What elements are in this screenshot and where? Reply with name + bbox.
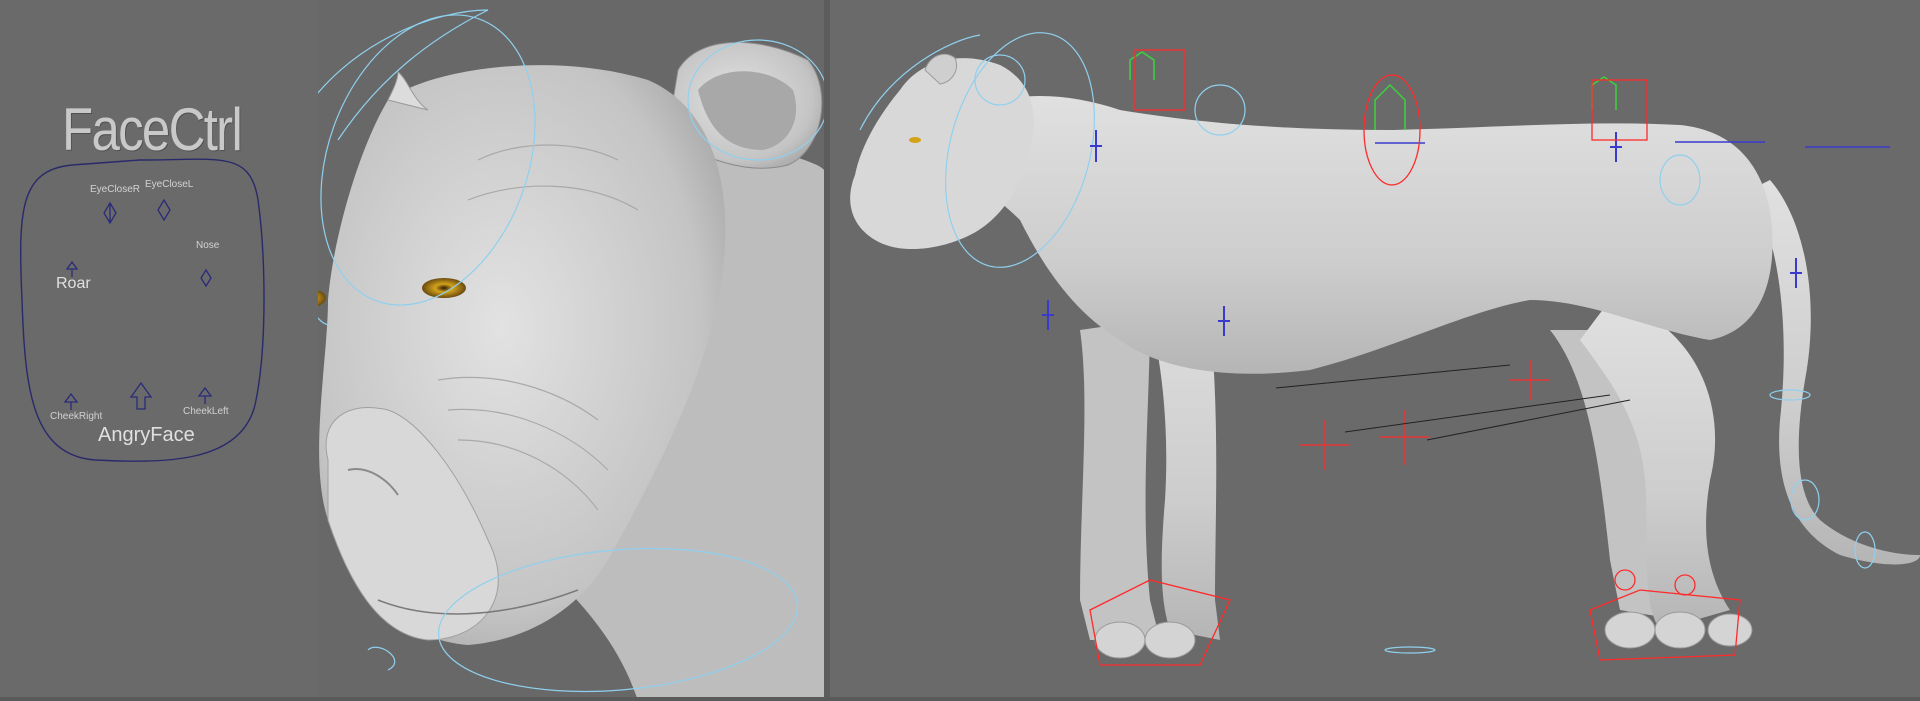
lioness-head-render: [318, 9, 824, 701]
hind-paw-3[interactable]: [1707, 613, 1753, 647]
face-control-panel: FaceCtrl EyeCloseR EyeCloseL Nose Roar C…: [0, 0, 318, 701]
roar-label: Roar: [56, 275, 91, 292]
lioness-body-render: [850, 32, 1920, 666]
ik-pole-3[interactable]: [1380, 410, 1430, 465]
ik-shoulder-box[interactable]: [1134, 49, 1186, 111]
eye-close-r-label: EyeCloseR: [90, 184, 141, 195]
angry-face-control[interactable]: [129, 381, 153, 410]
eye-close-l-label: EyeCloseL: [145, 179, 194, 190]
head-closeup-viewport[interactable]: [318, 0, 824, 701]
face-ctrl-board: [19, 158, 265, 462]
front-paw-2[interactable]: [1144, 621, 1196, 659]
spine-ctrl-2[interactable]: [1374, 83, 1406, 130]
lip-ctrl-curve[interactable]: [367, 646, 396, 671]
nose-control[interactable]: [200, 268, 212, 288]
ik-pole-1[interactable]: [1510, 360, 1550, 400]
spine-ctrl-3[interactable]: [1591, 76, 1617, 110]
angry-face-label: AngryFace: [98, 424, 195, 446]
hind-paw-2[interactable]: [1654, 611, 1706, 649]
spine-ctrl-1[interactable]: [1129, 51, 1155, 80]
side-eye: [909, 137, 921, 143]
cheek-right-label: CheekRight: [50, 411, 103, 422]
tail-mesh[interactable]: [1750, 180, 1920, 565]
right-eye[interactable]: [422, 278, 466, 298]
locator-2[interactable]: [1042, 300, 1054, 330]
head-side-mesh[interactable]: [850, 58, 1034, 250]
root-ctrl[interactable]: [1384, 646, 1436, 654]
eye-close-r-control[interactable]: [103, 201, 117, 225]
cheek-right-control[interactable]: [63, 392, 79, 410]
viewport-bottom-bar: [0, 697, 1920, 701]
cheek-left-control[interactable]: [197, 386, 213, 404]
cheek-left-label: CheekLeft: [183, 406, 229, 417]
front-paw-1[interactable]: [1094, 621, 1146, 659]
hind-paw-1[interactable]: [1604, 611, 1656, 649]
eye-close-l-control[interactable]: [157, 198, 171, 222]
front-leg-far[interactable]: [1080, 320, 1160, 640]
ik-pole-2[interactable]: [1300, 420, 1350, 470]
left-eye: [318, 290, 326, 306]
side-view-viewport[interactable]: [830, 0, 1920, 701]
nose-label: Nose: [196, 240, 220, 251]
